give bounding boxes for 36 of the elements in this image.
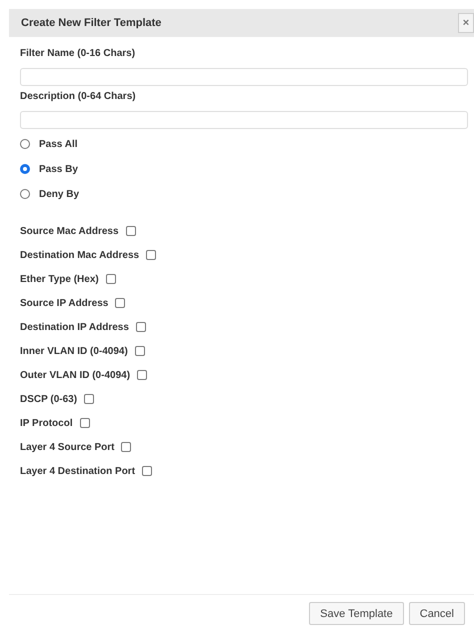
input-field[interactable] <box>20 111 468 129</box>
cancel-button[interactable]: Cancel <box>408 602 465 625</box>
checkbox-label: Ether Type (Hex) <box>20 274 99 284</box>
save-button[interactable]: Save Template <box>309 602 404 625</box>
radio-button[interactable] <box>20 164 30 174</box>
checkbox-label: Destination IP Address <box>20 322 129 332</box>
checkbox-label: DSCP (0-63) <box>20 394 78 404</box>
checkbox[interactable] <box>134 346 145 356</box>
checkbox[interactable] <box>80 418 90 428</box>
checkbox-label: Outer VLAN ID (0-4094) <box>20 370 130 380</box>
checkbox-label: Layer 4 Destination Port <box>20 466 136 476</box>
radio-label: Pass By <box>39 164 78 174</box>
checkbox[interactable] <box>126 226 136 236</box>
checkbox[interactable] <box>136 322 146 332</box>
checkbox-label: Destination Mac Address <box>20 250 140 260</box>
checkbox-label: Source Mac Address <box>20 226 119 236</box>
checkbox[interactable] <box>146 250 156 260</box>
checkbox-label: Layer 4 Source Port <box>20 442 114 452</box>
radio-button[interactable] <box>20 189 30 199</box>
radio-label: Pass All <box>39 138 78 150</box>
checkbox[interactable] <box>137 370 148 380</box>
checkbox[interactable] <box>121 442 132 452</box>
checkbox-label: Source IP Address <box>20 298 108 308</box>
checkbox[interactable] <box>142 466 152 476</box>
checkbox[interactable] <box>115 298 126 308</box>
radio-button[interactable] <box>20 139 30 149</box>
input-field[interactable] <box>20 68 468 86</box>
close-button[interactable]: × <box>458 13 474 33</box>
radio-label: Deny By <box>39 188 80 200</box>
field-label: Filter Name (0-16 Chars) <box>20 48 136 59</box>
checkbox-label: IP Protocol <box>20 418 73 428</box>
dialog-title: Create New Filter Template <box>21 17 162 29</box>
field-label: Description (0-64 Chars) <box>20 91 137 102</box>
checkbox[interactable] <box>84 394 94 404</box>
checkbox[interactable] <box>106 274 116 284</box>
checkbox-label: Inner VLAN ID (0-4094) <box>20 346 128 356</box>
